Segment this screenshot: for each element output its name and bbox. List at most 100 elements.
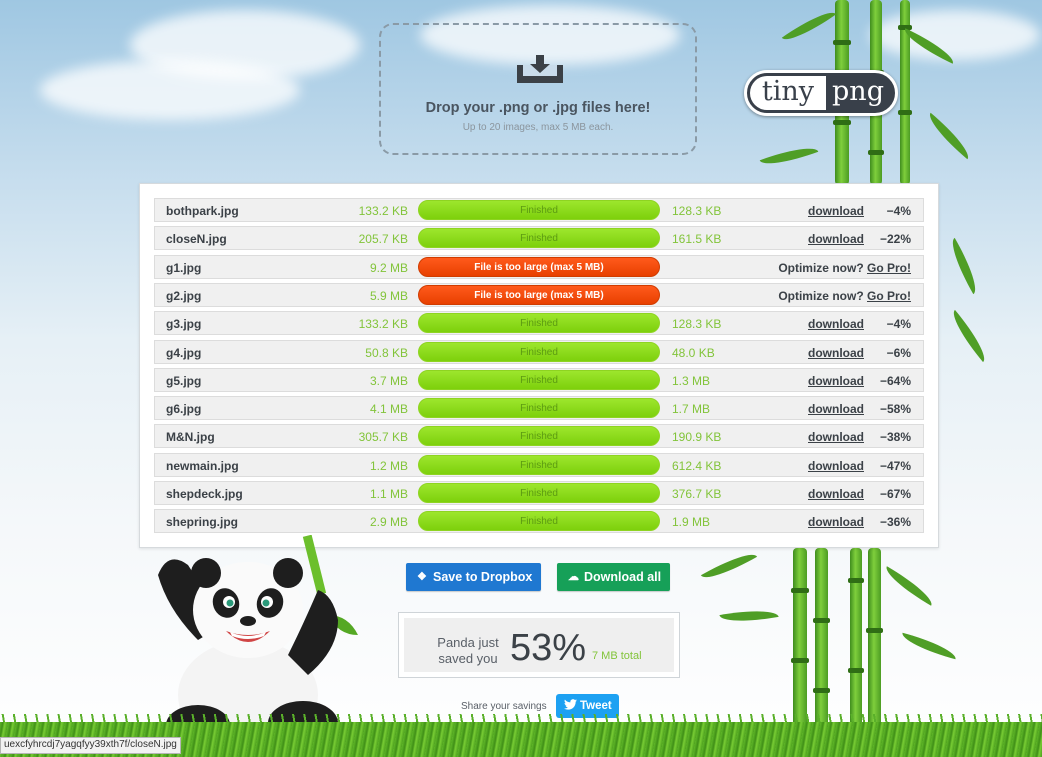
savings-summary: Panda just saved you 53% 7 MB total [398,612,680,678]
save-to-dropbox-button[interactable]: ❖ Save to Dropbox [406,563,541,591]
compressed-size: 376.7 KB [672,487,722,501]
result-row: newmain.jpg 1.2 MB Finished 612.4 KB downloa… [154,452,924,477]
savings-total: 7 MB total [592,650,642,662]
file-name: g6.jpg [166,402,202,417]
savings-label: Panda just saved you [437,635,499,666]
progress-bar-finished: Finished [418,313,660,334]
cloud [870,10,1040,60]
download-link[interactable]: download [808,232,864,246]
tinypng-logo[interactable]: tiny png [744,70,898,116]
result-row: shepring.jpg 2.9 MB Finished 1.9 MB download… [154,509,924,534]
file-name: closeN.jpg [166,232,227,247]
progress-bar-error: File is too large (max 5 MB) [418,256,660,277]
save-to-dropbox-label: Save to Dropbox [433,570,533,584]
download-all-button[interactable]: ☁ Download all [557,563,670,591]
results-panel: bothpark.jpg 133.2 KB Finished 128.3 KB down… [139,183,939,548]
compressed-size: 161.5 KB [672,232,722,247]
compressed-size: 1.3 MB [672,373,711,388]
reduction-percent: −47% [879,458,911,473]
file-drop-zone[interactable]: Drop your .png or .jpg files here! Up to… [379,23,697,155]
original-size: 4.1 MB [369,402,408,417]
result-row: g2.jpg 5.9 MB File is too large (max 5 MB)… [154,282,924,307]
go-pro-prompt: Optimize now? Go Pro! [778,261,911,275]
reduction-percent: −36% [879,515,911,530]
download-link[interactable]: download [808,515,864,529]
drop-zone-title: Drop your .png or .jpg files here! [425,100,651,116]
result-row: g3.jpg 133.2 KB Finished 128.3 KB download −4… [154,311,924,336]
original-size: 133.2 KB [358,317,408,332]
go-pro-link[interactable]: Go Pro! [867,289,911,303]
progress-bar-finished: Finished [418,369,660,390]
download-link[interactable]: download [808,402,864,416]
original-size: 2.9 MB [369,515,408,530]
browser-status-bar: uexcfyhrcdj7yagqfyy39xth7f/closeN.jpg [0,737,181,754]
download-link[interactable]: download [808,204,864,218]
download-link[interactable]: download [808,346,864,360]
progress-bar-error: File is too large (max 5 MB) [418,284,660,305]
cloud [40,60,300,120]
download-link[interactable]: download [808,374,864,388]
optimize-now-text: Optimize now? [778,260,864,275]
original-size: 1.1 MB [369,487,408,501]
progress-bar-finished: Finished [418,483,660,503]
logo-right-word: png [832,76,884,107]
download-link[interactable]: download [808,317,864,331]
download-link[interactable]: download [808,430,864,444]
file-name: g4.jpg [166,345,202,360]
progress-bar-finished: Finished [418,200,660,220]
drop-zone-subtitle: Up to 20 images, max 5 MB each. [462,122,614,133]
compressed-size: 128.3 KB [672,204,722,218]
cloud-download-icon: ☁ [568,571,579,583]
result-row: g6.jpg 4.1 MB Finished 1.7 MB download −58% [154,396,924,421]
dropbox-icon: ❖ [417,571,427,583]
compressed-size: 1.7 MB [672,402,711,417]
reduction-percent: −38% [879,430,911,445]
progress-bar-finished: Finished [418,426,660,447]
reduction-percent: −58% [879,402,911,417]
original-size: 3.7 MB [369,373,408,388]
compressed-size: 1.9 MB [672,515,711,530]
original-size: 9.2 MB [369,260,408,275]
reduction-percent: −4% [886,317,911,332]
file-name: g5.jpg [166,373,202,388]
savings-inner: Panda just saved you 53% 7 MB total [404,618,674,672]
progress-bar-finished: Finished [418,228,660,249]
go-pro-prompt: Optimize now? Go Pro! [778,289,911,303]
file-name: newmain.jpg [166,458,239,473]
reduction-percent: −4% [886,204,911,218]
download-link[interactable]: download [808,487,864,501]
original-size: 305.7 KB [358,430,408,445]
logo-left-word: tiny [750,76,826,110]
reduction-percent: −67% [879,487,911,501]
reduction-percent: −6% [886,345,911,360]
result-row: g4.jpg 50.8 KB Finished 48.0 KB download −6% [154,339,924,364]
file-name: shepring.jpg [166,515,238,530]
go-pro-link[interactable]: Go Pro! [867,261,911,275]
file-name: g3.jpg [166,317,202,332]
result-row: closeN.jpg 205.7 KB Finished 161.5 KB downlo… [154,226,924,251]
result-row: M&N.jpg 305.7 KB Finished 190.9 KB download −… [154,424,924,449]
tweet-label: Tweet [580,700,612,712]
original-size: 133.2 KB [358,204,408,218]
reduction-percent: −22% [879,232,911,247]
file-name: M&N.jpg [166,430,215,445]
savings-percent: 53% [510,627,587,669]
progress-bar-finished: Finished [418,454,660,475]
original-size: 50.8 KB [365,345,408,360]
progress-bar-finished: Finished [418,341,660,362]
file-name: g2.jpg [166,288,202,303]
result-row: g5.jpg 3.7 MB Finished 1.3 MB download −64% [154,367,924,392]
file-name: g1.jpg [166,260,202,275]
progress-bar-finished: Finished [418,398,660,419]
original-size: 1.2 MB [369,458,408,473]
download-link[interactable]: download [808,459,864,473]
compressed-size: 612.4 KB [672,458,722,473]
compressed-size: 128.3 KB [672,317,722,332]
result-row: shepdeck.jpg 1.1 MB Finished 376.7 KB downlo… [154,481,924,505]
progress-bar-finished: Finished [418,511,660,532]
compressed-size: 190.9 KB [672,430,722,445]
original-size: 5.9 MB [369,288,408,303]
download-all-label: Download all [584,570,662,584]
share-label: Share your savings [461,701,547,712]
compressed-size: 48.0 KB [672,345,715,360]
